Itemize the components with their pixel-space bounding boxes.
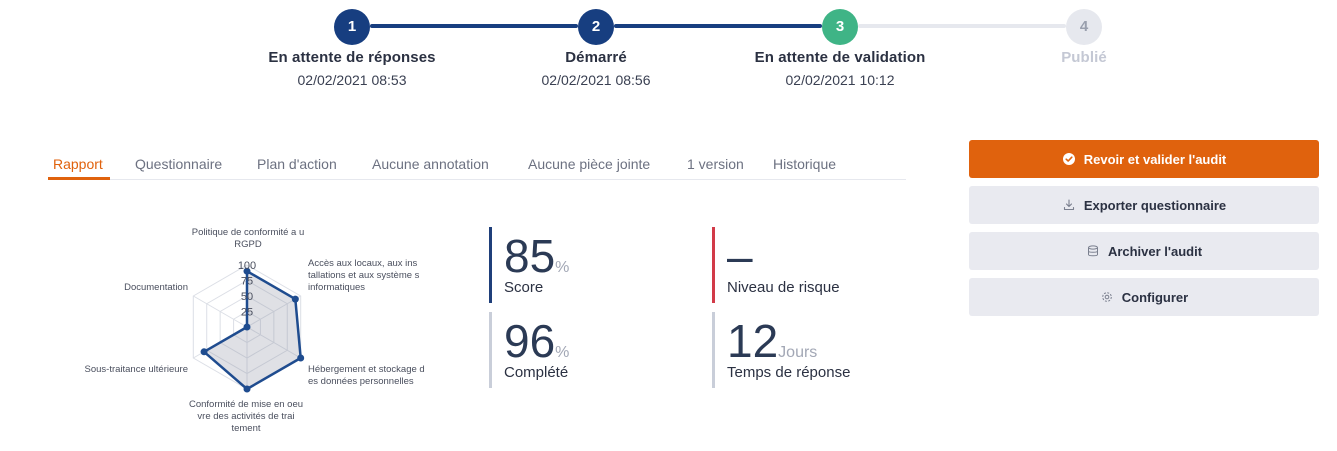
radar-axis-label: Documentation (124, 282, 188, 293)
radar-tick-label: 100 (238, 260, 256, 272)
radar-data-point (243, 385, 251, 393)
radar-data-point (200, 348, 208, 356)
kpi-unit: % (555, 344, 570, 361)
step-published: 4 Publié (954, 9, 1214, 72)
kpi-score: 85% Score (489, 227, 689, 303)
validate-audit-button[interactable]: Revoir et valider l'audit (969, 140, 1319, 178)
tab-versions[interactable]: 1 version (687, 156, 744, 172)
kpi-number: 85 (504, 230, 556, 282)
download-icon (1062, 198, 1076, 212)
radar-axis-label: Politique de conformité a u RGPD (191, 227, 305, 250)
audit-tabs: Rapport Questionnaire Plan d'action Aucu… (48, 150, 906, 180)
kpi-risk-level: – Niveau de risque (712, 227, 912, 303)
tab-questionnaire[interactable]: Questionnaire (135, 156, 222, 172)
radar-series-area (202, 269, 302, 391)
radar-axis-label: Hébergement et stockage d es données per… (308, 364, 425, 387)
database-icon (1086, 244, 1100, 258)
radar-data-point (291, 295, 299, 303)
kpi-number: – (727, 230, 753, 282)
step-date: 02/02/2021 08:53 (297, 72, 407, 88)
radar-axis-label: Sous-traitance ultérieure (84, 364, 189, 375)
kpi-label: Complété (504, 364, 569, 381)
radar-data-point (243, 323, 251, 331)
kpi-accent-bar (712, 227, 715, 303)
step-number-badge: 2 (578, 9, 614, 45)
kpi-accent-bar (712, 312, 715, 388)
tab-rapport[interactable]: Rapport (53, 156, 103, 172)
step-date: 02/02/2021 10:12 (785, 72, 895, 88)
active-tab-indicator (48, 177, 110, 180)
step-title: En attente de réponses (268, 49, 436, 66)
step-started: 2 Démarré 02/02/2021 08:56 (466, 9, 726, 88)
tab-history[interactable]: Historique (773, 156, 836, 172)
kpi-accent-bar (489, 312, 492, 388)
kpi-number: 96 (504, 315, 556, 367)
radar-tick-label: 50 (241, 291, 253, 303)
step-title: Démarré (565, 49, 627, 66)
radar-data-point (297, 354, 305, 362)
step-number-badge: 3 (822, 9, 858, 45)
radar-axis-label: Accès aux locaux, aux ins tallations et … (308, 258, 420, 293)
radar-axis-label: Conformité de mise en oeu vre des activi… (188, 399, 304, 434)
step-waiting-validation: 3 En attente de validation 02/02/2021 10… (710, 9, 970, 88)
radar-tick-label: 25 (241, 307, 253, 319)
workflow-stepper: 1 En attente de réponses 02/02/2021 08:5… (0, 0, 1337, 100)
tab-action-plan[interactable]: Plan d'action (257, 156, 337, 172)
kpi-label: Score (504, 279, 544, 296)
step-title: Publié (1061, 49, 1107, 66)
kpi-label: Niveau de risque (727, 279, 840, 296)
radar-tick-label: 75 (241, 276, 253, 288)
configure-label: Configurer (1121, 289, 1189, 305)
tab-annotations[interactable]: Aucune annotation (372, 156, 489, 172)
gear-icon (1100, 290, 1114, 304)
kpi-response-time: 12Jours Temps de réponse (712, 312, 912, 388)
step-number-badge: 1 (334, 9, 370, 45)
step-title: En attente de validation (754, 49, 926, 66)
kpi-accent-bar (489, 227, 492, 303)
step-number-badge: 4 (1066, 9, 1102, 45)
export-questionnaire-label: Exporter questionnaire (1083, 197, 1227, 213)
compliance-radar-chart: 25 50 75 100 Politique de conformité a u RG… (0, 200, 470, 451)
kpi-unit: % (555, 259, 570, 276)
kpi-completion: 96% Complété (489, 312, 689, 388)
export-questionnaire-button[interactable]: Exporter questionnaire (969, 186, 1319, 224)
archive-audit-label: Archiver l'audit (1107, 243, 1203, 259)
step-date: 02/02/2021 08:56 (541, 72, 651, 88)
kpi-label: Temps de réponse (727, 364, 851, 381)
kpi-number: 12 (727, 315, 779, 367)
tab-attachments[interactable]: Aucune pièce jointe (528, 156, 650, 172)
configure-button[interactable]: Configurer (969, 278, 1319, 316)
kpi-unit: Jours (778, 344, 818, 361)
archive-audit-button[interactable]: Archiver l'audit (969, 232, 1319, 270)
validate-audit-label: Revoir et valider l'audit (1083, 151, 1227, 167)
step-waiting-answers: 1 En attente de réponses 02/02/2021 08:5… (222, 9, 482, 88)
check-circle-icon (1062, 152, 1076, 166)
